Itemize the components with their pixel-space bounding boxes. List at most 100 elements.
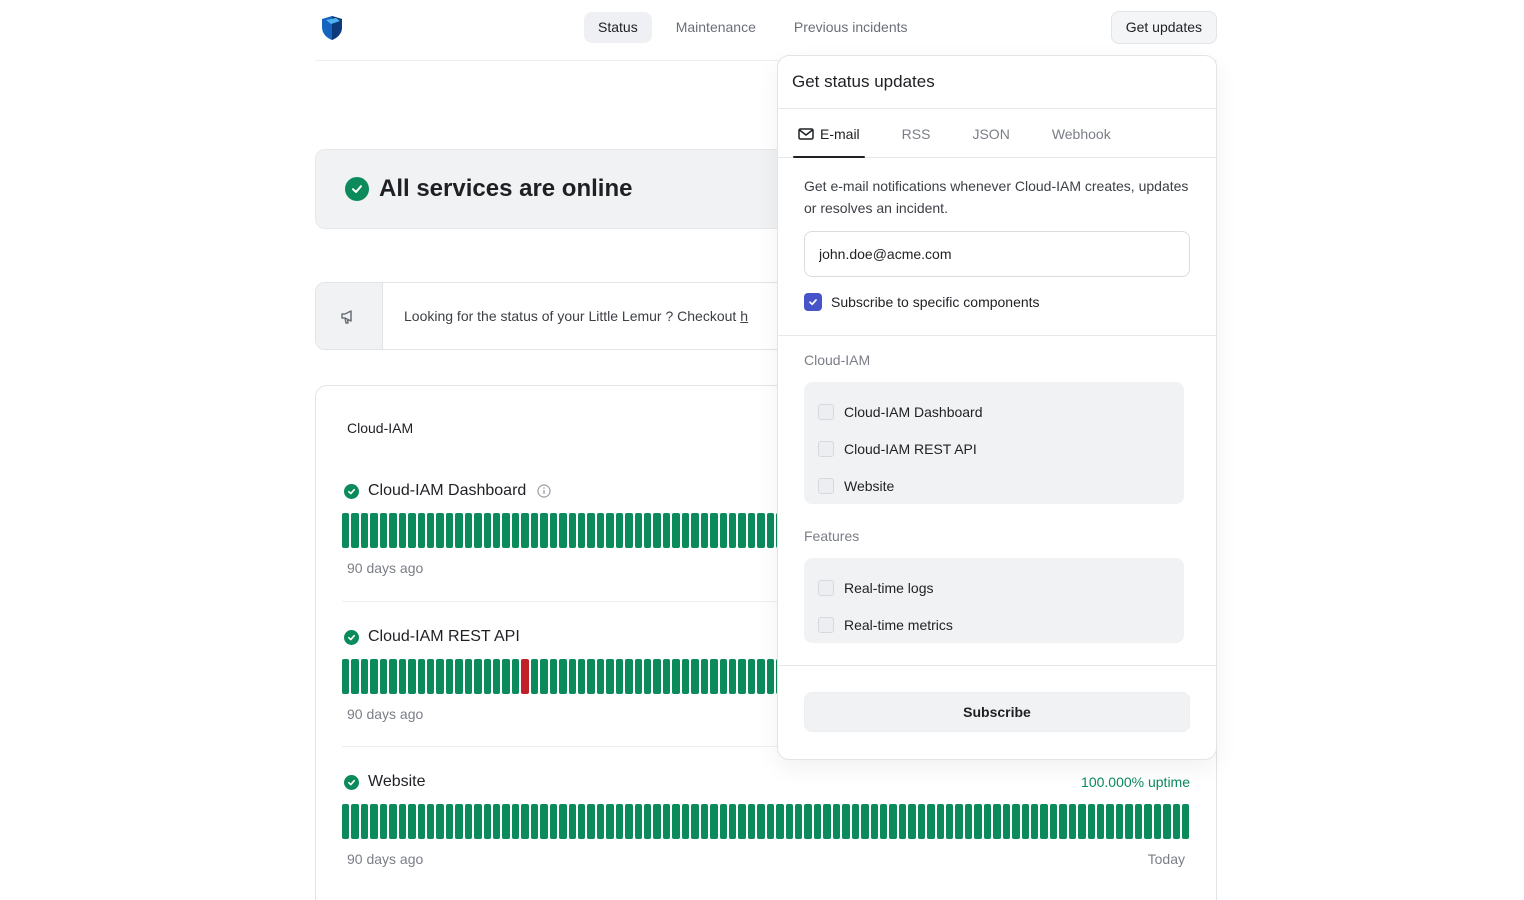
uptime-bar[interactable]: [568, 513, 576, 548]
checkbox[interactable]: [818, 579, 834, 596]
uptime-bar[interactable]: [719, 513, 727, 548]
uptime-bar[interactable]: [710, 659, 718, 694]
uptime-bar[interactable]: [615, 513, 624, 548]
uptime-bar[interactable]: [1021, 804, 1029, 839]
uptime-bar[interactable]: [644, 513, 652, 548]
uptime-bar[interactable]: [728, 659, 737, 694]
uptime-bar[interactable]: [757, 659, 765, 694]
uptime-bar[interactable]: [738, 513, 746, 548]
uptime-bar[interactable]: [502, 513, 510, 548]
uptime-bar[interactable]: [540, 513, 548, 548]
uptime-bar[interactable]: [360, 804, 369, 839]
uptime-bar[interactable]: [861, 804, 869, 839]
uptime-bar[interactable]: [549, 804, 558, 839]
uptime-bar[interactable]: [342, 659, 350, 694]
uptime-bar[interactable]: [662, 513, 671, 548]
uptime-bar[interactable]: [634, 659, 642, 694]
uptime-bar[interactable]: [1153, 804, 1162, 839]
uptime-bar[interactable]: [436, 513, 444, 548]
uptime-bar[interactable]: [1087, 804, 1095, 839]
component-checkbox-real-time-metrics[interactable]: Real-time metrics: [818, 606, 1184, 643]
uptime-bar[interactable]: [342, 513, 350, 548]
uptime-bar[interactable]: [370, 804, 378, 839]
nav-previous-incidents[interactable]: Previous incidents: [780, 12, 922, 43]
uptime-bar[interactable]: [1012, 804, 1020, 839]
component-checkbox-real-time-logs[interactable]: Real-time logs: [818, 569, 1184, 606]
uptime-bar[interactable]: [1040, 804, 1048, 839]
notice-link[interactable]: h: [740, 308, 748, 324]
uptime-bar[interactable]: [398, 804, 407, 839]
uptime-bar[interactable]: [1059, 804, 1067, 839]
uptime-bar[interactable]: [662, 659, 671, 694]
uptime-bar[interactable]: [1068, 804, 1077, 839]
uptime-bar[interactable]: [738, 804, 746, 839]
uptime-bar[interactable]: [625, 513, 633, 548]
uptime-bar[interactable]: [813, 804, 822, 839]
component-checkbox-cloud-iam-dashboard[interactable]: Cloud-IAM Dashboard: [818, 393, 1184, 430]
uptime-bar[interactable]: [389, 513, 397, 548]
uptime-bar[interactable]: [493, 513, 501, 548]
uptime-bar[interactable]: [634, 804, 642, 839]
uptime-bar[interactable]: [596, 659, 605, 694]
email-field[interactable]: [804, 231, 1190, 277]
uptime-bar[interactable]: [408, 659, 416, 694]
uptime-bar[interactable]: [559, 804, 567, 839]
uptime-bar[interactable]: [681, 513, 690, 548]
uptime-bar[interactable]: [502, 804, 510, 839]
uptime-bar[interactable]: [577, 659, 586, 694]
uptime-bar[interactable]: [672, 513, 680, 548]
uptime-bar[interactable]: [804, 804, 812, 839]
uptime-bar[interactable]: [766, 804, 775, 839]
uptime-bar[interactable]: [1002, 804, 1011, 839]
uptime-bar[interactable]: [464, 513, 473, 548]
uptime-bar[interactable]: [521, 804, 529, 839]
subscribe-button[interactable]: Subscribe: [804, 692, 1190, 732]
uptime-bar[interactable]: [653, 659, 661, 694]
uptime-bar-incident[interactable]: [521, 659, 529, 694]
uptime-bar[interactable]: [681, 659, 690, 694]
uptime-bar[interactable]: [540, 804, 548, 839]
uptime-bar[interactable]: [710, 804, 718, 839]
uptime-bar[interactable]: [747, 659, 756, 694]
uptime-bar[interactable]: [1078, 804, 1086, 839]
uptime-bar[interactable]: [398, 513, 407, 548]
uptime-bar[interactable]: [559, 513, 567, 548]
uptime-bar[interactable]: [568, 659, 576, 694]
uptime-bar[interactable]: [719, 804, 727, 839]
uptime-bar[interactable]: [634, 513, 642, 548]
checkbox[interactable]: [818, 403, 834, 420]
uptime-bar[interactable]: [917, 804, 926, 839]
uptime-bar[interactable]: [379, 513, 388, 548]
uptime-bar[interactable]: [606, 513, 614, 548]
uptime-bar[interactable]: [908, 804, 916, 839]
nav-status[interactable]: Status: [584, 12, 652, 43]
uptime-bar[interactable]: [964, 804, 973, 839]
uptime-bar[interactable]: [464, 659, 473, 694]
shield-logo-icon[interactable]: [320, 15, 344, 41]
uptime-bar[interactable]: [1030, 804, 1039, 839]
uptime-bar[interactable]: [502, 659, 510, 694]
uptime-bar[interactable]: [587, 659, 595, 694]
uptime-bar[interactable]: [625, 804, 633, 839]
uptime-bar[interactable]: [389, 659, 397, 694]
uptime-bar[interactable]: [436, 804, 444, 839]
uptime-bar[interactable]: [644, 659, 652, 694]
uptime-bar[interactable]: [993, 804, 1001, 839]
uptime-bar[interactable]: [615, 804, 624, 839]
uptime-bar[interactable]: [700, 659, 709, 694]
component-checkbox-cloud-iam-rest-api[interactable]: Cloud-IAM REST API: [818, 430, 1184, 467]
uptime-bar[interactable]: [644, 804, 652, 839]
tab-rss[interactable]: RSS: [897, 109, 936, 158]
uptime-bar[interactable]: [776, 804, 784, 839]
uptime-bar[interactable]: [766, 513, 775, 548]
uptime-bar[interactable]: [672, 659, 680, 694]
uptime-bar[interactable]: [710, 513, 718, 548]
uptime-bar[interactable]: [370, 659, 378, 694]
uptime-bar[interactable]: [445, 659, 454, 694]
uptime-bar[interactable]: [351, 804, 359, 839]
uptime-bar[interactable]: [1172, 804, 1180, 839]
uptime-bar[interactable]: [360, 513, 369, 548]
uptime-bar[interactable]: [1134, 804, 1143, 839]
uptime-bar[interactable]: [606, 659, 614, 694]
uptime-bar[interactable]: [379, 804, 388, 839]
